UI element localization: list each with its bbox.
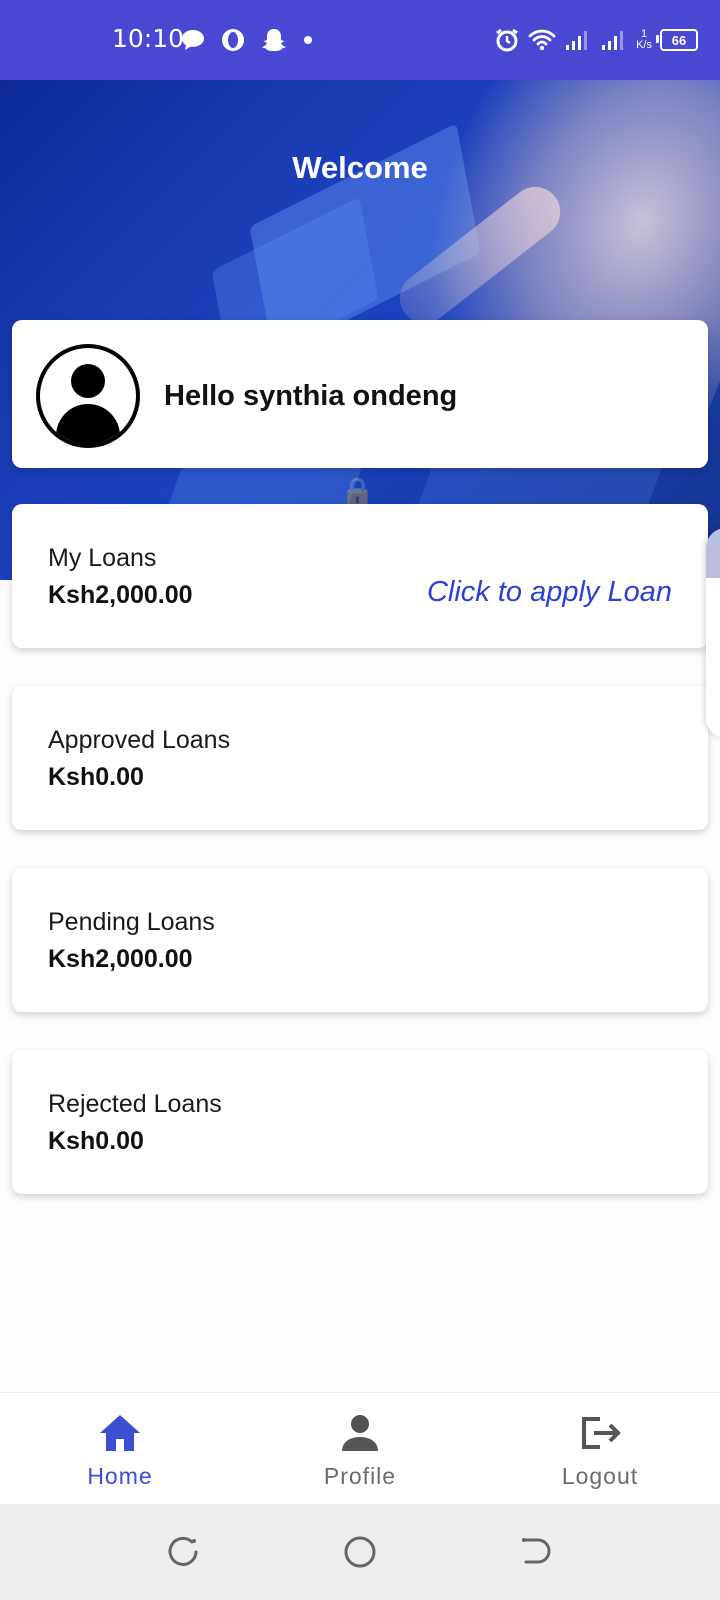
welcome-title: Welcome [292, 150, 428, 185]
avatar-icon[interactable] [36, 344, 140, 448]
status-bar: 10:10 1 K/s 66 [0, 0, 720, 80]
pending-loans-amount: Ksh2,000.00 [48, 945, 193, 973]
home-circle-icon[interactable] [342, 1534, 378, 1570]
logout-icon [582, 1417, 621, 1449]
message-icon [182, 30, 204, 50]
back-icon[interactable] [518, 1534, 554, 1570]
opera-icon [222, 29, 244, 51]
my-loans-amount: Ksh2,000.00 [48, 581, 193, 609]
alarm-icon [496, 28, 518, 52]
pending-loans-label: Pending Loans [48, 908, 215, 936]
pending-loans-card[interactable]: Pending Loans Ksh2,000.00 [12, 868, 708, 1012]
nav-logout-label: Logout [561, 1463, 639, 1489]
signal-icon-2 [602, 31, 624, 50]
snapchat-icon [262, 29, 286, 51]
dot-icon [304, 36, 312, 44]
approved-loans-label: Approved Loans [48, 726, 231, 754]
apply-loan-link[interactable]: Click to apply Loan [427, 576, 672, 609]
approved-loans-card[interactable]: Approved Loans Ksh0.00 [12, 686, 708, 830]
person-icon [342, 1415, 378, 1451]
battery-level: 66 [671, 32, 687, 48]
edge-panel-handle[interactable] [706, 528, 720, 738]
status-time: 10:10 [112, 24, 185, 53]
rejected-loans-amount: Ksh0.00 [48, 1127, 144, 1155]
battery-icon: 66 [656, 29, 698, 51]
nav-profile-label: Profile [323, 1463, 397, 1489]
rejected-loans-label: Rejected Loans [48, 1090, 222, 1118]
wifi-icon [528, 29, 556, 51]
system-icons: 1 K/s 66 [494, 24, 698, 56]
my-loans-label: My Loans [48, 544, 157, 572]
speed-unit: K/s [636, 39, 652, 51]
signal-icon [566, 31, 588, 50]
nav-home-label: Home [87, 1463, 153, 1489]
notification-icons [180, 24, 314, 56]
recents-icon[interactable] [166, 1534, 202, 1570]
approved-loans-amount: Ksh0.00 [48, 763, 144, 791]
nav-home[interactable]: Home [0, 1393, 240, 1505]
rejected-loans-card[interactable]: Rejected Loans Ksh0.00 [12, 1050, 708, 1194]
bottom-navigation: Home Profile Logout [0, 1392, 720, 1505]
system-navigation [0, 1504, 720, 1600]
nav-profile[interactable]: Profile [240, 1393, 480, 1505]
home-icon [100, 1415, 140, 1451]
nav-logout[interactable]: Logout [480, 1393, 720, 1505]
my-loans-card[interactable]: My Loans Ksh2,000.00 Click to apply Loan [12, 504, 708, 648]
greeting-text: Hello synthia ondeng [164, 380, 458, 412]
profile-card: Hello synthia ondeng [12, 320, 708, 468]
network-speed: 1 K/s [636, 29, 652, 51]
